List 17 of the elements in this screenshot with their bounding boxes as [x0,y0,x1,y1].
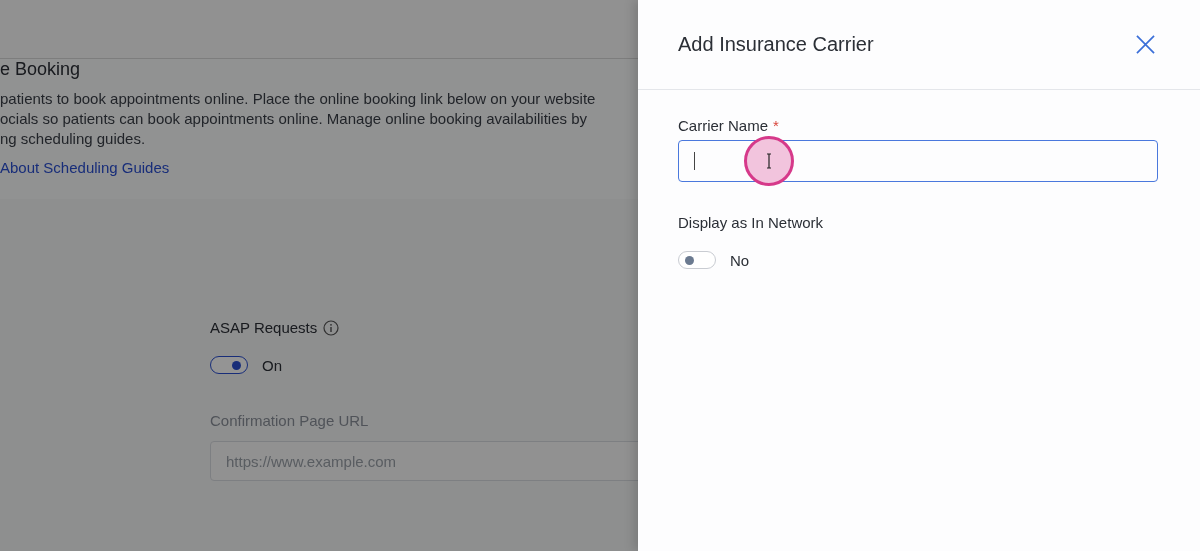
field-label: Carrier Name [678,117,768,134]
required-mark: * [773,117,779,134]
text-cursor-icon [765,153,773,169]
field-label: Display as In Network [678,214,825,231]
close-icon[interactable] [1136,35,1155,54]
field-label: Confirmation Page URL [210,412,370,429]
scheduling-guides-link[interactable]: About Scheduling Guides [0,159,170,176]
drawer-title: Add Insurance Carrier [678,33,874,56]
description-text: patients to book appointments online. Place the online booking link below on your website ocials so patients can book appointments online. Manage online booking availabilities by ng scheduling guides. [0,89,597,149]
text-caret [694,152,695,170]
toggle-switch[interactable] [210,356,248,374]
field-label: ASAP Requests [210,319,318,336]
page-heading: e Booking [0,59,82,79]
info-icon[interactable] [323,319,340,336]
carrier-name-field[interactable] [678,140,1158,182]
toggle-state-label: No [730,251,750,269]
toggle-state-label: On [262,356,282,374]
